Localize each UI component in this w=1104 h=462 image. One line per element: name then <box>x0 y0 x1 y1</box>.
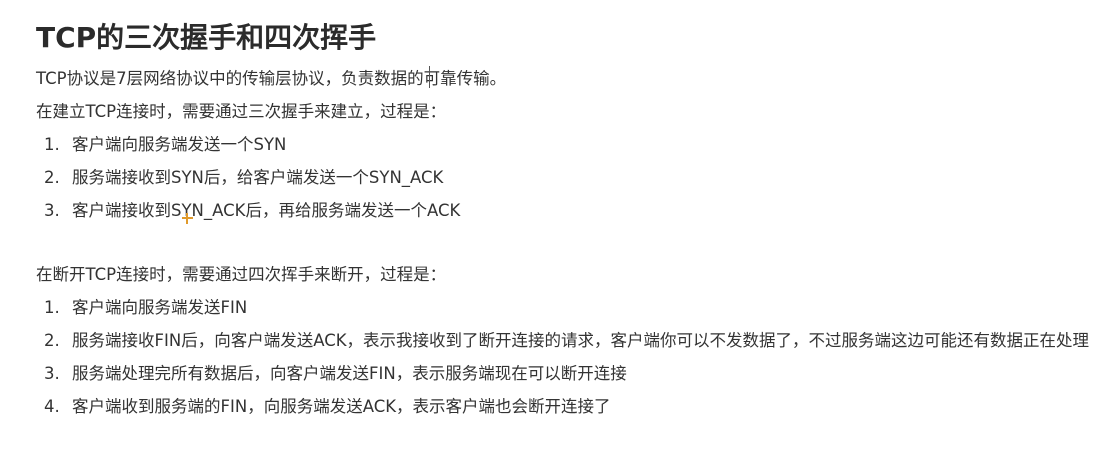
list-item-text: 客户端收到服务端的FIN，向服务端发送ACK，表示客户端也会断开连接了 <box>72 397 611 416</box>
wave-steps-list: 1. 客户端向服务端发送FIN 2. 服务端接收FIN后，向客户端发送ACK，表… <box>36 291 1100 423</box>
list-item[interactable]: 3. 客户端接收到SYN_ACK后，再给服务端发送一个ACK <box>36 194 1100 227</box>
list-item-text: 客户端向服务端发送一个SYN <box>72 135 287 154</box>
list-item-text: 服务端处理完所有数据后，向客户端发送FIN，表示服务端现在可以断开连接 <box>72 364 627 383</box>
list-item-number: 2. <box>44 331 60 350</box>
list-item-text: 客户端向服务端发送FIN <box>72 298 248 317</box>
list-item[interactable]: 3. 服务端处理完所有数据后，向客户端发送FIN，表示服务端现在可以断开连接 <box>36 357 1100 390</box>
handshake-heading[interactable]: 在建立TCP连接时，需要通过三次握手来建立，过程是： <box>36 95 1100 128</box>
list-item-number: 3. <box>44 201 60 220</box>
list-item[interactable]: 1. 客户端向服务端发送一个SYN <box>36 128 1100 161</box>
plus-cursor-icon <box>182 213 193 224</box>
list-item[interactable]: 1. 客户端向服务端发送FIN <box>36 291 1100 324</box>
list-item-text: 服务端接收到SYN后，给客户端发送一个SYN_ACK <box>72 168 444 187</box>
empty-line[interactable] <box>36 227 1100 258</box>
list-item-number: 1. <box>44 298 60 317</box>
wave-heading[interactable]: 在断开TCP连接时，需要通过四次挥手来断开，过程是： <box>36 258 1100 291</box>
list-item-number: 1. <box>44 135 60 154</box>
list-item-number: 3. <box>44 364 60 383</box>
intro-paragraph[interactable]: TCP协议是7层网络协议中的传输层协议，负责数据的可靠传输。 <box>36 62 1100 95</box>
document-body: TCP的三次握手和四次挥手 TCP协议是7层网络协议中的传输层协议，负责数据的可… <box>36 14 1100 423</box>
list-item[interactable]: 2. 服务端接收到SYN后，给客户端发送一个SYN_ACK <box>36 161 1100 194</box>
list-item[interactable]: 4. 客户端收到服务端的FIN，向服务端发送ACK，表示客户端也会断开连接了 <box>36 390 1100 423</box>
list-item-text: 客户端接收到SYN_ACK后，再给服务端发送一个ACK <box>72 201 461 220</box>
handshake-steps-list: 1. 客户端向服务端发送一个SYN 2. 服务端接收到SYN后，给客户端发送一个… <box>36 128 1100 227</box>
list-item-text: 服务端接收FIN后，向客户端发送ACK，表示我接收到了断开连接的请求，客户端你可… <box>72 331 1090 350</box>
list-item[interactable]: 2. 服务端接收FIN后，向客户端发送ACK，表示我接收到了断开连接的请求，客户… <box>36 324 1100 357</box>
text-caret <box>429 66 430 88</box>
list-item-number: 2. <box>44 168 60 187</box>
list-item-number: 4. <box>44 397 60 416</box>
page-title: TCP的三次握手和四次挥手 <box>36 21 377 54</box>
